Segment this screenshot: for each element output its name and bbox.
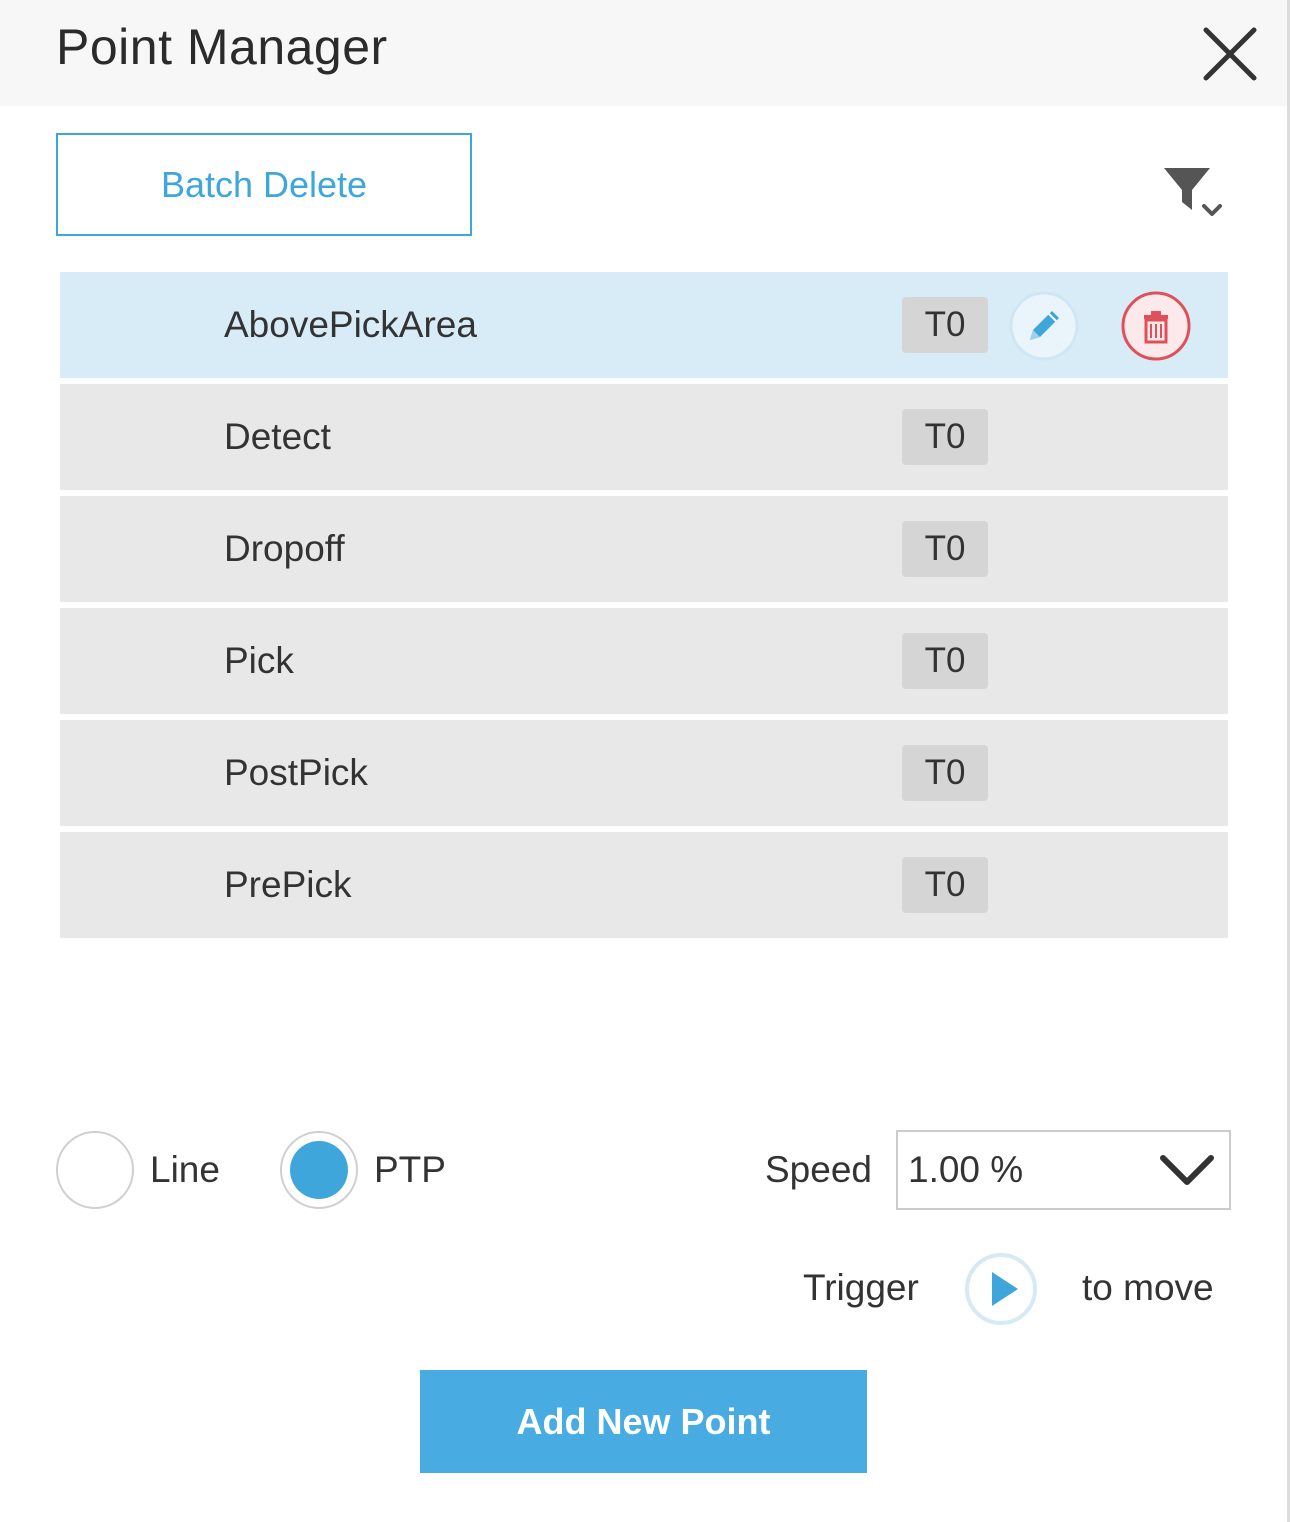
point-name: AbovePickArea	[224, 304, 477, 345]
delete-trash-icon[interactable]	[1120, 290, 1192, 362]
filter-dropdown-icon[interactable]	[1158, 162, 1230, 226]
speed-value: 1.00 %	[908, 1149, 1024, 1190]
point-list: AbovePickArea T0 Detect T0 Dropoff T0 Pi…	[60, 272, 1228, 944]
point-row-pick[interactable]: Pick T0	[60, 608, 1228, 714]
point-row-prepick[interactable]: PrePick T0	[60, 832, 1228, 938]
point-row-abovepickarea[interactable]: AbovePickArea T0	[60, 272, 1228, 378]
point-name: PrePick	[224, 864, 352, 905]
add-new-point-button[interactable]: Add New Point	[420, 1370, 867, 1473]
edit-pencil-icon[interactable]	[1008, 290, 1080, 362]
motion-ptp-label: PTP	[374, 1149, 446, 1190]
dialog-title: Point Manager	[56, 19, 388, 75]
chevron-down-icon	[1160, 1155, 1214, 1185]
tool-badge: T0	[902, 409, 988, 465]
point-row-dropoff[interactable]: Dropoff T0	[60, 496, 1228, 602]
dialog-header: Point Manager	[0, 0, 1287, 106]
speed-label: Speed	[765, 1149, 872, 1190]
tool-badge: T0	[902, 521, 988, 577]
point-name: Pick	[224, 640, 294, 681]
tool-badge: T0	[902, 633, 988, 689]
tool-badge: T0	[902, 745, 988, 801]
point-name: Dropoff	[224, 528, 345, 569]
point-row-detect[interactable]: Detect T0	[60, 384, 1228, 490]
to-move-label: to move	[1082, 1267, 1214, 1308]
point-row-postpick[interactable]: PostPick T0	[60, 720, 1228, 826]
speed-dropdown[interactable]: 1.00 %	[896, 1130, 1231, 1210]
close-icon[interactable]	[1196, 20, 1264, 88]
point-name: PostPick	[224, 752, 368, 793]
tool-badge: T0	[902, 857, 988, 913]
trigger-label: Trigger	[803, 1267, 919, 1308]
radio-circle-selected[interactable]	[280, 1131, 358, 1209]
play-icon[interactable]	[964, 1252, 1038, 1326]
batch-delete-button[interactable]: Batch Delete	[56, 133, 472, 236]
point-name: Detect	[224, 416, 331, 457]
motion-line-radio[interactable]: Line	[56, 1130, 220, 1210]
motion-ptp-radio[interactable]: PTP	[280, 1130, 446, 1210]
radio-circle[interactable]	[56, 1131, 134, 1209]
tool-badge: T0	[902, 297, 988, 353]
motion-line-label: Line	[150, 1149, 220, 1190]
